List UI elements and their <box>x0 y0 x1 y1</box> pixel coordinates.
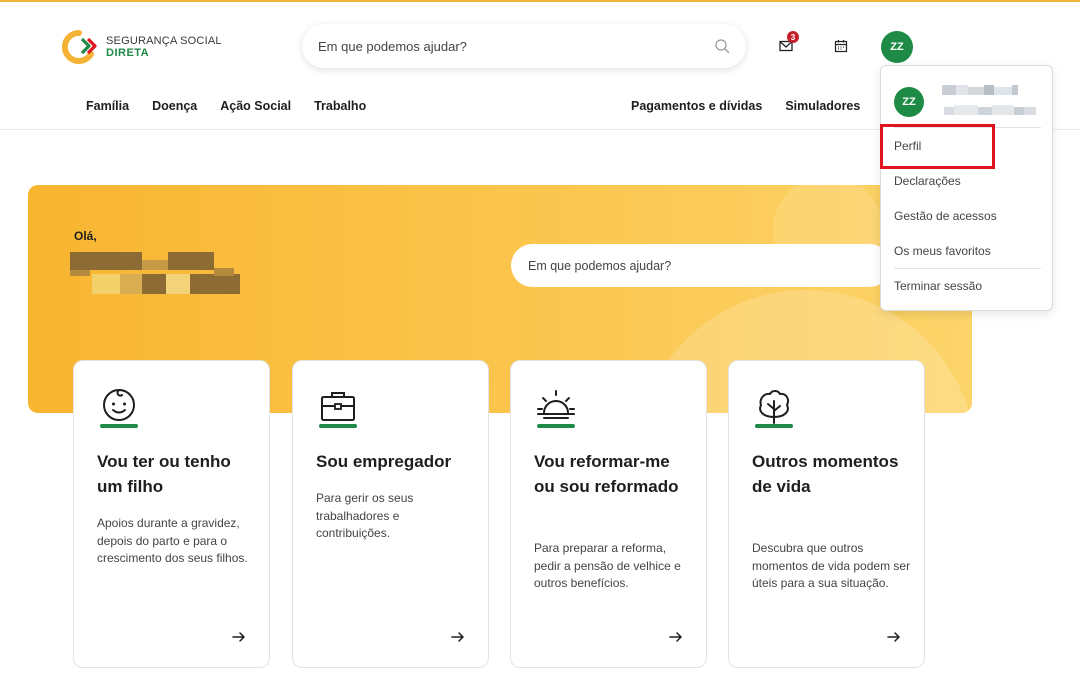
card-description: Para preparar a reforma, pedir a pensão … <box>534 541 681 590</box>
sunset-icon <box>535 387 577 429</box>
logo-line-2: DIRETA <box>106 47 150 59</box>
menu-item-favoritos[interactable]: Os meus favoritos <box>894 244 991 258</box>
menu-item-terminar-sessao[interactable]: Terminar sessão <box>894 279 982 293</box>
baby-face-icon <box>98 387 140 429</box>
card-title: Vou reformar-me ou sou reformado <box>534 452 679 496</box>
nav-item-familia[interactable]: Família <box>86 99 129 113</box>
arrow-right-icon[interactable] <box>886 629 902 645</box>
nav-item-pagamentos[interactable]: Pagamentos e dívidas <box>631 99 762 113</box>
calendar-button[interactable] <box>829 34 853 58</box>
arrow-right-icon[interactable] <box>668 629 684 645</box>
header-search-bar <box>302 24 746 68</box>
user-name-redacted <box>70 252 240 294</box>
dropdown-separator <box>894 268 1041 269</box>
nav-item-doenca[interactable]: Doença <box>152 99 197 113</box>
logo-text: SEGURANÇA SOCIAL DIRETA <box>106 35 222 59</box>
card-title: Vou ter ou tenho um filho <box>97 452 231 496</box>
dropdown-avatar: ZZ <box>894 87 924 117</box>
briefcase-icon <box>317 387 359 429</box>
menu-item-perfil[interactable]: Perfil <box>894 139 921 153</box>
card-description: Para gerir os seus trabalhadores e contr… <box>316 491 414 540</box>
dropdown-separator <box>894 127 1041 128</box>
nav-item-acao-social[interactable]: Ação Social <box>220 99 291 113</box>
header-search-input[interactable] <box>318 38 714 54</box>
hero-search-input[interactable] <box>528 258 874 273</box>
logo-line-1: SEGURANÇA SOCIAL <box>106 35 222 47</box>
user-avatar-button[interactable]: ZZ <box>881 31 913 63</box>
card-description: Descubra que outros momentos de vida pod… <box>752 541 911 590</box>
nav-item-trabalho[interactable]: Trabalho <box>314 99 366 113</box>
messages-count-badge: 3 <box>787 31 799 43</box>
logo-mark-icon <box>62 30 97 64</box>
user-info-redacted <box>942 85 1036 115</box>
nav-item-simuladores[interactable]: Simuladores <box>785 99 860 113</box>
main-nav-left: Família Doença Ação Social Trabalho <box>86 99 366 113</box>
card-filho[interactable]: Vou ter ou tenho um filho Apoios durante… <box>73 360 270 668</box>
tree-icon <box>753 387 795 429</box>
card-empregador[interactable]: Sou empregador Para gerir os seus trabal… <box>292 360 489 668</box>
main-nav-right: Pagamentos e dívidas Simuladores <box>631 99 860 113</box>
arrow-right-icon[interactable] <box>450 629 466 645</box>
hero-search-bar <box>511 244 891 287</box>
menu-item-gestao-acessos[interactable]: Gestão de acessos <box>894 209 997 223</box>
card-outros-momentos[interactable]: Outros momentos de vida Descubra que out… <box>728 360 925 668</box>
top-accent-line <box>0 0 1080 2</box>
messages-button[interactable]: 3 <box>774 31 799 58</box>
seguranca-social-logo[interactable]: SEGURANÇA SOCIAL DIRETA <box>62 30 222 64</box>
user-menu-dropdown: ZZ Perfil Declarações Gestão de acessos … <box>880 65 1053 311</box>
search-icon[interactable] <box>714 38 730 54</box>
card-title: Sou empregador <box>316 452 452 471</box>
arrow-right-icon[interactable] <box>231 629 247 645</box>
calendar-icon <box>834 40 848 53</box>
menu-item-declaracoes[interactable]: Declarações <box>894 174 961 188</box>
card-reforma[interactable]: Vou reformar-me ou sou reformado Para pr… <box>510 360 707 668</box>
card-title: Outros momentos de vida <box>752 452 899 496</box>
card-description: Apoios durante a gravidez, depois do par… <box>97 516 248 565</box>
greeting-text: Olá, <box>74 229 97 243</box>
